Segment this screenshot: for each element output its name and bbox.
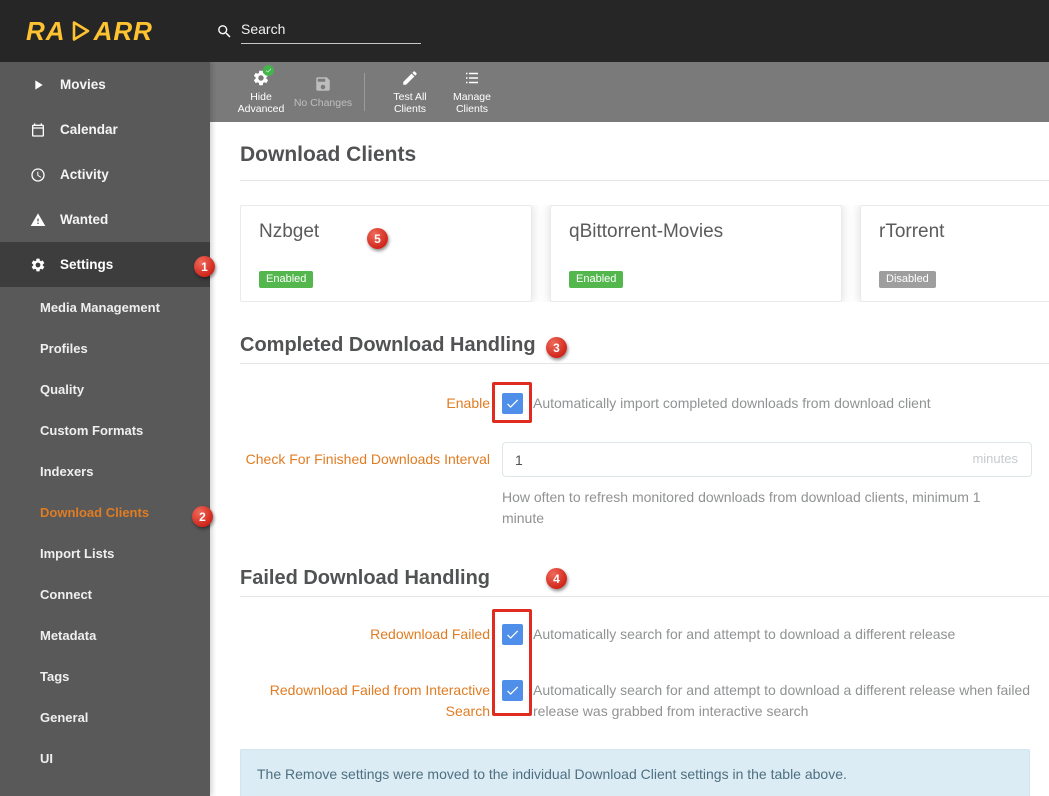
interval-row: Check For Finished Downloads Interval mi… (240, 442, 1049, 477)
redownload-failed-interactive-help-text: Automatically search for and attempt to … (533, 682, 1031, 719)
status-badge: Enabled (569, 271, 624, 288)
save-icon (314, 75, 332, 93)
annotation-badge-1: 1 (194, 256, 215, 277)
toolbar-separator (364, 73, 365, 111)
sub-item-label: Media Management (40, 300, 160, 315)
sidebar-item-metadata[interactable]: Metadata (0, 615, 210, 656)
status-badge: Disabled (879, 271, 936, 288)
page-title: Download Clients (240, 142, 1049, 181)
info-alert: The Remove settings were moved to the in… (240, 749, 1030, 796)
sidebar-item-label: Calendar (60, 122, 118, 137)
sidebar-item-download-clients[interactable]: Download Clients (0, 492, 210, 533)
gear-icon (29, 256, 47, 274)
interval-input[interactable] (502, 442, 1032, 477)
sidebar-item-general[interactable]: General (0, 697, 210, 738)
client-name: rTorrent (879, 221, 945, 242)
sidebar: Movies Calendar Activity Wanted Settings… (0, 62, 210, 796)
sub-item-label: Connect (40, 587, 92, 602)
annotation-badge-4: 4 (546, 568, 567, 589)
logo-text-left: RA (26, 15, 66, 46)
sidebar-item-tags[interactable]: Tags (0, 656, 210, 697)
sidebar-item-label: Activity (60, 167, 109, 182)
sidebar-item-label: Settings (60, 257, 114, 272)
sub-item-label: General (40, 710, 89, 725)
sub-item-label: Custom Formats (40, 423, 144, 438)
interval-help-text: How often to refresh monitored downloads… (502, 489, 981, 526)
status-badge: Enabled (259, 271, 314, 288)
sub-item-label: UI (40, 751, 53, 766)
download-client-cards: Nzbget Enabled qBittorrent-Movies Enable… (240, 205, 1049, 302)
client-card-nzbget[interactable]: Nzbget Enabled (240, 205, 532, 302)
enable-help-text: Automatically import completed downloads… (533, 395, 931, 411)
advanced-gear-icon (252, 65, 274, 87)
radarr-app: RA ARR Movies Calendar Activity Wanted (0, 0, 1049, 796)
tool-label: Hide Advanced (237, 91, 285, 115)
sidebar-item-ui[interactable]: UI (0, 738, 210, 779)
play-logo-icon (72, 21, 89, 41)
sidebar-item-label: Movies (60, 77, 106, 92)
pencil-icon (401, 69, 419, 87)
redownload-failed-interactive-label: Redownload Failed from Interactive Searc… (269, 682, 490, 719)
sub-item-label: Indexers (40, 464, 94, 479)
main-content: Download Clients Nzbget Enabled qBittorr… (210, 122, 1049, 796)
redownload-failed-row: Redownload Failed Automatically search f… (240, 624, 1049, 645)
sidebar-item-import-lists[interactable]: Import Lists (0, 533, 210, 574)
enable-row: Enable Automatically import completed do… (240, 393, 1049, 414)
search-icon (218, 24, 231, 38)
client-card-rtorrent[interactable]: rTorrent Disabled (860, 205, 1049, 302)
sidebar-item-movies[interactable]: Movies (0, 62, 210, 107)
sub-item-label: Quality (40, 382, 85, 397)
redownload-failed-label: Redownload Failed (370, 626, 490, 642)
sidebar-item-calendar[interactable]: Calendar (0, 107, 210, 152)
tool-label: Manage Clients (453, 91, 491, 115)
redownload-failed-interactive-row: Redownload Failed from Interactive Searc… (240, 680, 1049, 722)
test-all-clients-button[interactable]: Test All Clients (379, 69, 441, 115)
sub-item-label: Import Lists (40, 546, 115, 561)
sidebar-item-custom-formats[interactable]: Custom Formats (0, 410, 210, 451)
clock-icon (29, 166, 47, 184)
list-icon (463, 69, 481, 87)
tool-label: Test All Clients (393, 91, 427, 115)
warning-icon (29, 211, 47, 229)
sidebar-item-label: Wanted (60, 212, 109, 227)
radarr-logo[interactable]: RA ARR (0, 16, 210, 47)
check-badge-icon (263, 65, 274, 76)
sub-item-label: Metadata (40, 628, 97, 643)
client-name: qBittorrent-Movies (569, 221, 724, 242)
sub-item-label: Tags (40, 669, 70, 684)
sidebar-item-quality[interactable]: Quality (0, 369, 210, 410)
search-bar (216, 18, 421, 44)
annotation-rect-failed-checkboxes (492, 609, 532, 716)
interval-input-wrap: minutes (502, 442, 1032, 477)
annotation-badge-2: 2 (192, 506, 213, 527)
sidebar-item-settings[interactable]: Settings (0, 242, 210, 287)
top-bar: RA ARR (0, 0, 1049, 62)
save-changes-button[interactable]: No Changes (292, 75, 354, 109)
tool-label: No Changes (293, 97, 353, 109)
sidebar-item-media-management[interactable]: Media Management (0, 287, 210, 328)
sub-item-label: Profiles (40, 341, 88, 356)
sidebar-item-activity[interactable]: Activity (0, 152, 210, 197)
sidebar-item-profiles[interactable]: Profiles (0, 328, 210, 369)
annotation-rect-enable-checkbox (492, 382, 532, 423)
interval-label: Check For Finished Downloads Interval (245, 451, 490, 467)
search-input[interactable] (241, 18, 421, 44)
enable-label: Enable (446, 395, 490, 411)
play-icon (29, 76, 47, 94)
failed-download-handling-title: Failed Download Handling (240, 566, 1049, 597)
hide-advanced-button[interactable]: Hide Advanced (230, 65, 292, 115)
annotation-badge-5: 5 (367, 228, 388, 249)
sub-item-label: Download Clients (40, 505, 150, 520)
completed-download-handling-title: Completed Download Handling (240, 333, 1049, 364)
sidebar-item-wanted[interactable]: Wanted (0, 197, 210, 242)
settings-toolbar: Hide Advanced No Changes Test All Client… (210, 62, 1049, 122)
manage-clients-button[interactable]: Manage Clients (441, 69, 503, 115)
redownload-failed-help-text: Automatically search for and attempt to … (533, 626, 956, 642)
client-card-qbittorrent-movies[interactable]: qBittorrent-Movies Enabled (550, 205, 842, 302)
calendar-icon (29, 121, 47, 139)
logo-text-right: ARR (93, 15, 153, 46)
sidebar-item-connect[interactable]: Connect (0, 574, 210, 615)
sidebar-item-indexers[interactable]: Indexers (0, 451, 210, 492)
annotation-badge-3: 3 (546, 337, 567, 358)
